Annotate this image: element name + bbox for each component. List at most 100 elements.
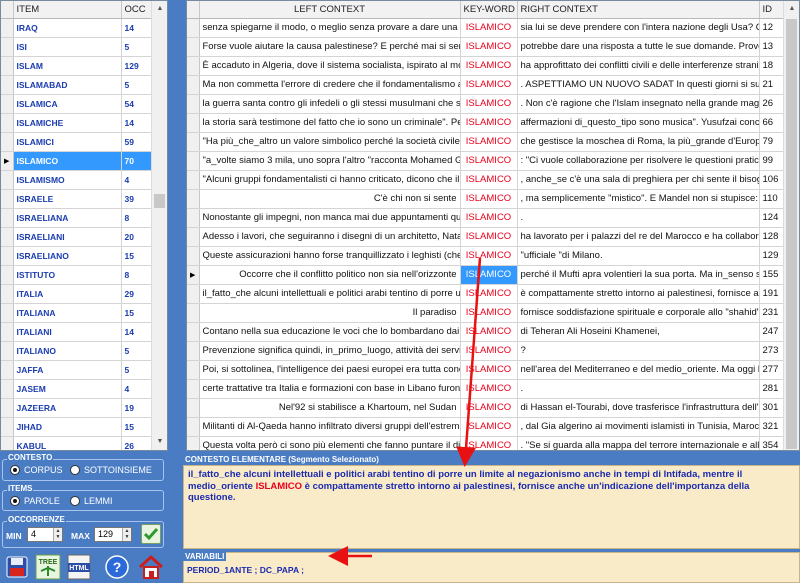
right-context-cell[interactable]: fornisce soddisfazione spirituale e corp… <box>517 303 760 323</box>
left-context-cell[interactable]: Contano nella sua educazione le voci che… <box>199 322 461 342</box>
row-indicator[interactable] <box>1 170 14 190</box>
row-indicator[interactable] <box>187 417 200 437</box>
radio-selected-icon[interactable] <box>10 465 20 475</box>
keyword-cell[interactable]: ISLAMICO <box>460 170 518 190</box>
context-row[interactable]: senza spiegarne il modo, o meglio senza … <box>187 18 786 38</box>
item-row[interactable]: ISLAM 129 <box>1 56 154 76</box>
right-context-cell[interactable]: . Non c'è ragione che l'Islam insegnato … <box>517 94 760 114</box>
keyword-cell[interactable]: ISLAMICO <box>460 94 518 114</box>
left-context-cell[interactable]: la storia sarà testimone del fatto che i… <box>199 113 461 133</box>
item-cell[interactable]: IRAQ <box>13 18 122 38</box>
id-cell[interactable]: 273 <box>759 341 786 361</box>
item-cell[interactable]: ISLAMICO <box>13 151 122 171</box>
keyword-cell[interactable]: ISLAMICO <box>460 246 518 266</box>
id-cell[interactable]: 191 <box>759 284 786 304</box>
context-row[interactable]: Forse vuole aiutare la causa palestinese… <box>187 37 786 57</box>
right-context-cell[interactable]: "ufficiale "di Milano. <box>517 246 760 266</box>
context-row[interactable]: È accaduto in Algeria, dove il sistema s… <box>187 56 786 76</box>
id-cell[interactable]: 354 <box>759 436 786 450</box>
item-row[interactable]: ISI 5 <box>1 37 154 57</box>
occ-cell[interactable]: 15 <box>121 246 154 266</box>
context-row[interactable]: Nonostante gli impegni, non manca mai du… <box>187 208 786 228</box>
id-cell[interactable]: 247 <box>759 322 786 342</box>
left-context-cell[interactable]: È accaduto in Algeria, dove il sistema s… <box>199 56 461 76</box>
id-cell[interactable]: 321 <box>759 417 786 437</box>
row-indicator[interactable] <box>1 360 14 380</box>
occ-cell[interactable]: 14 <box>121 18 154 38</box>
item-row[interactable]: ISRAELIANA 8 <box>1 208 154 228</box>
context-row[interactable]: C'è chi non si sente ISLAMICO, ma semplic… <box>187 189 786 209</box>
apply-button[interactable] <box>141 524 161 544</box>
row-indicator[interactable] <box>1 18 14 38</box>
item-cell[interactable]: ITALIA <box>13 284 122 304</box>
row-indicator[interactable] <box>187 132 200 152</box>
item-cell[interactable]: ITALIANO <box>13 341 122 361</box>
lemmi-radio[interactable]: LEMMI <box>70 496 113 506</box>
occ-cell[interactable]: 15 <box>121 417 154 437</box>
occ-cell[interactable]: 5 <box>121 341 154 361</box>
row-indicator[interactable] <box>187 322 200 342</box>
variables-box[interactable]: VARIABILI PERIOD_1ANTE ; DC_PAPA ; <box>183 552 800 583</box>
keyword-cell[interactable]: ISLAMICO <box>460 398 518 418</box>
item-row[interactable]: IRAQ 14 <box>1 18 154 38</box>
left-context-cell[interactable]: "Ha più_che_altro un valore simbolico pe… <box>199 132 461 152</box>
context-row[interactable]: Questa volta però ci sono più elementi c… <box>187 436 786 450</box>
occ-cell[interactable]: 4 <box>121 170 154 190</box>
context-row[interactable]: Poi, si sottolinea, l'intelligence dei p… <box>187 360 786 380</box>
corpus-radio[interactable]: CORPUS <box>10 465 63 475</box>
context-grid-scrollbar[interactable]: ▲ <box>783 1 799 450</box>
item-cell[interactable]: ISLAMICHE <box>13 113 122 133</box>
keyword-cell[interactable]: ISLAMICO <box>460 436 518 450</box>
item-cell[interactable]: ISLAMISMO <box>13 170 122 190</box>
row-indicator[interactable] <box>1 436 14 450</box>
occ-cell[interactable]: 20 <box>121 227 154 247</box>
left-context-cell[interactable]: Occorre che il conflitto politico non si… <box>199 265 461 285</box>
id-header[interactable]: ID <box>759 1 786 19</box>
context-row[interactable]: "Alcuni gruppi fondamentalisti ci hanno … <box>187 170 786 190</box>
keyword-cell[interactable]: ISLAMICO <box>460 322 518 342</box>
right-context-cell[interactable]: potrebbe dare una risposta a tutte le su… <box>517 37 760 57</box>
id-cell[interactable]: 26 <box>759 94 786 114</box>
row-indicator[interactable] <box>187 379 200 399</box>
occ-cell[interactable]: 14 <box>121 113 154 133</box>
row-indicator[interactable] <box>1 417 14 437</box>
id-cell[interactable]: 12 <box>759 18 786 38</box>
right-context-cell[interactable]: ha approfittato dei conflitti civili e d… <box>517 56 760 76</box>
occ-cell[interactable]: 129 <box>121 56 154 76</box>
context-row[interactable]: "Ha più_che_altro un valore simbolico pe… <box>187 132 786 152</box>
item-row[interactable]: ISRAELIANO 15 <box>1 246 154 266</box>
occ-cell[interactable]: 39 <box>121 189 154 209</box>
row-indicator[interactable] <box>1 227 14 247</box>
right-context-cell[interactable]: . "Se si guarda alla mappa del terrore i… <box>517 436 760 450</box>
home-button[interactable] <box>138 553 164 580</box>
keyword-cell[interactable]: ISLAMICO <box>460 341 518 361</box>
item-row[interactable]: ISLAMABAD 5 <box>1 75 154 95</box>
left-context-cell[interactable]: Ma non commetta l'errore di credere che … <box>199 75 461 95</box>
keyword-cell[interactable]: ISLAMICO <box>460 265 518 285</box>
row-indicator[interactable] <box>187 398 200 418</box>
left-context-cell[interactable]: "a_volte siamo 3 mila, uno sopra l'altro… <box>199 151 461 171</box>
row-indicator[interactable] <box>187 151 200 171</box>
item-row[interactable]: ITALIANA 15 <box>1 303 154 323</box>
row-indicator[interactable] <box>1 37 14 57</box>
keyword-cell[interactable]: ISLAMICO <box>460 18 518 38</box>
left-context-cell[interactable]: certe trattative tra Italia e formazioni… <box>199 379 461 399</box>
right-context-cell[interactable]: nell'area del Mediterraneo e del medio_o… <box>517 360 760 380</box>
keyword-cell[interactable]: ISLAMICO <box>460 284 518 304</box>
keyword-cell[interactable]: ISLAMICO <box>460 37 518 57</box>
left-context-cell[interactable]: "Alcuni gruppi fondamentalisti ci hanno … <box>199 170 461 190</box>
occ-column-header[interactable]: OCC <box>121 1 154 19</box>
stepper-arrows-icon[interactable]: ▲ ▼ <box>122 528 131 541</box>
right-context-cell[interactable]: è compattamente stretto intorno ai pales… <box>517 284 760 304</box>
keyword-cell[interactable]: ISLAMICO <box>460 113 518 133</box>
context-row[interactable]: Contano nella sua educazione le voci che… <box>187 322 786 342</box>
id-cell[interactable]: 301 <box>759 398 786 418</box>
html-button[interactable]: HTML <box>66 553 92 580</box>
id-cell[interactable]: 129 <box>759 246 786 266</box>
context-row[interactable]: la guerra santa contro gli infedeli o gl… <box>187 94 786 114</box>
row-indicator[interactable] <box>1 379 14 399</box>
occ-cell[interactable]: 5 <box>121 75 154 95</box>
item-row[interactable]: KABUL 26 <box>1 436 154 450</box>
row-indicator[interactable] <box>187 303 200 323</box>
save-button[interactable] <box>4 553 30 580</box>
